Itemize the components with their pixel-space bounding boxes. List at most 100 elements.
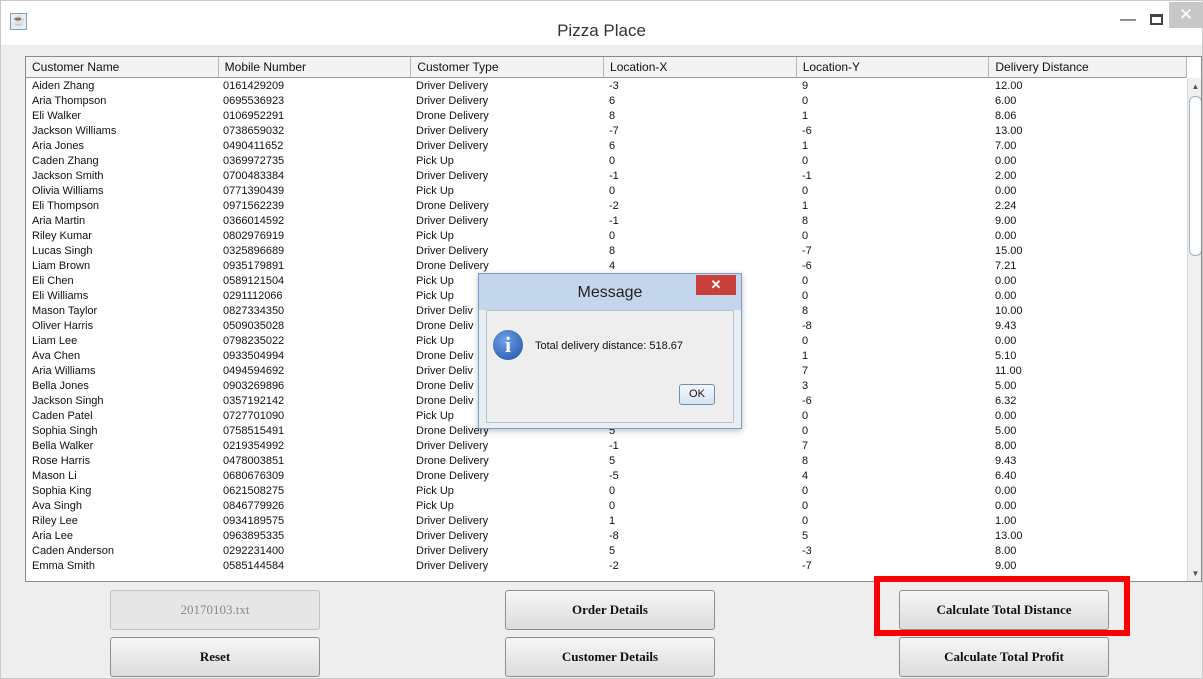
minimize-icon[interactable]: —: [1118, 9, 1138, 33]
table-cell: -6: [802, 260, 812, 272]
table-cell: 8: [609, 110, 616, 122]
ok-button[interactable]: OK: [679, 384, 715, 405]
table-row[interactable]: Aria Thompson 0695536923 Driver Delivery 6 0…: [26, 94, 1187, 109]
table-cell: Bella Jones: [32, 380, 89, 392]
table-cell: 4: [609, 260, 616, 272]
table-cell: Sophia King: [32, 485, 92, 497]
table-cell: 0798235022: [223, 335, 285, 347]
table-cell: Aiden Zhang: [32, 80, 95, 92]
table-cell: 0827334350: [223, 305, 285, 317]
order-details-button[interactable]: Order Details: [505, 590, 715, 630]
table-cell: 6.00: [995, 95, 1017, 107]
table-cell: 0738659032: [223, 125, 285, 137]
table-cell: Caden Zhang: [32, 155, 99, 167]
table-cell: 0.00: [995, 275, 1017, 287]
table-cell: 0: [609, 500, 616, 512]
table-cell: Drone Delivery: [416, 470, 489, 482]
table-row[interactable]: Liam Brown 0935179891 Drone Delivery 4 -6 7.2…: [26, 259, 1187, 274]
table-cell: 0: [609, 185, 616, 197]
table-cell: Drone Delivery: [416, 110, 489, 122]
table-row[interactable]: Caden Anderson 0292231400 Driver Delivery 5…: [26, 544, 1187, 559]
table-cell: -8: [609, 530, 619, 542]
table-cell: 0.00: [995, 230, 1017, 242]
table-row[interactable]: Sophia King 0621508275 Pick Up 0 0 0.00: [26, 484, 1187, 499]
close-icon[interactable]: ✕: [1169, 2, 1203, 28]
table-cell: Eli Walker: [32, 110, 82, 122]
table-cell: Ava Chen: [32, 350, 81, 362]
table-row[interactable]: Ava Singh 0846779926 Pick Up 0 0 0.00: [26, 499, 1187, 514]
table-row[interactable]: Rose Harris 0478003851 Drone Delivery 5 8 9.4…: [26, 454, 1187, 469]
maximize-icon[interactable]: [1146, 9, 1166, 33]
table-cell: 0478003851: [223, 455, 285, 467]
table-cell: 0802976919: [223, 230, 285, 242]
table-cell: 9.00: [995, 215, 1017, 227]
table-row[interactable]: Olivia Williams 0771390439 Pick Up 0 0 0.00: [26, 184, 1187, 199]
table-cell: Pick Up: [416, 500, 454, 512]
table-row[interactable]: Lucas Singh 0325896689 Driver Delivery 8 -7 1…: [26, 244, 1187, 259]
table-cell: 0291112066: [223, 290, 283, 302]
table-row[interactable]: Aria Jones 0490411652 Driver Delivery 6 1 7.0…: [26, 139, 1187, 154]
table-cell: 8.06: [995, 110, 1017, 122]
calculate-total-profit-button[interactable]: Calculate Total Profit: [899, 637, 1109, 677]
table-cell: 0.00: [995, 410, 1017, 422]
table-cell: Emma Smith: [32, 560, 95, 572]
table-cell: Driver Delivery: [416, 440, 489, 452]
scroll-up-arrow-icon[interactable]: ▲: [1189, 80, 1201, 94]
table-cell: Ava Singh: [32, 500, 82, 512]
table-cell: 0758515491: [223, 425, 285, 437]
table-row[interactable]: Mason Li 0680676309 Drone Delivery -5 4 6.40: [26, 469, 1187, 484]
table-row[interactable]: Bella Walker 0219354992 Driver Delivery -1 7…: [26, 439, 1187, 454]
table-cell: Pick Up: [416, 485, 454, 497]
table-row[interactable]: Riley Kumar 0802976919 Pick Up 0 0 0.00: [26, 229, 1187, 244]
column-header[interactable]: Location-Y: [797, 57, 990, 78]
table-cell: -3: [609, 80, 619, 92]
title-bar: ☕ Pizza Place — ✕: [1, 1, 1203, 45]
table-cell: 0.00: [995, 155, 1017, 167]
column-header[interactable]: Location-X: [604, 57, 797, 78]
table-row[interactable]: Eli Thompson 0971562239 Drone Delivery -2 1 2…: [26, 199, 1187, 214]
table-cell: 8: [609, 245, 616, 257]
table-cell: 6: [609, 140, 616, 152]
table-row[interactable]: Riley Lee 0934189575 Driver Delivery 1 0 1.00: [26, 514, 1187, 529]
table-cell: 0.00: [995, 335, 1017, 347]
table-cell: Caden Anderson: [32, 545, 114, 557]
column-header[interactable]: Mobile Number: [219, 57, 412, 78]
scroll-thumb[interactable]: [1189, 96, 1201, 256]
table-cell: 0903269896: [223, 380, 285, 392]
table-row[interactable]: Caden Zhang 0369972735 Pick Up 0 0 0.00: [26, 154, 1187, 169]
table-cell: 0509035028: [223, 320, 285, 332]
table-cell: Mason Taylor: [32, 305, 98, 317]
table-cell: 0219354992: [223, 440, 285, 452]
table-row[interactable]: Emma Smith 0585144584 Driver Delivery -2 -7 9…: [26, 559, 1187, 574]
column-header[interactable]: Customer Type: [411, 57, 605, 78]
table-cell: Eli Williams: [32, 290, 89, 302]
column-header[interactable]: Delivery Distance: [989, 57, 1188, 78]
table-cell: 0846779926: [223, 500, 285, 512]
table-row[interactable]: Eli Walker 0106952291 Drone Delivery 8 1 8.06: [26, 109, 1187, 124]
reset-button[interactable]: Reset: [110, 637, 320, 677]
table-cell: 0494594692: [223, 365, 285, 377]
table-row[interactable]: Aria Lee 0963895335 Driver Delivery -8 5 13.0…: [26, 529, 1187, 544]
table-row[interactable]: Aria Martin 0366014592 Driver Delivery -1 8 9…: [26, 214, 1187, 229]
table-cell: 0366014592: [223, 215, 285, 227]
table-row[interactable]: Jackson Williams 0738659032 Driver Deliver…: [26, 124, 1187, 139]
scroll-down-arrow-icon[interactable]: ▼: [1189, 567, 1201, 581]
table-cell: 8.00: [995, 545, 1017, 557]
table-cell: 12.00: [995, 80, 1023, 92]
table-row[interactable]: Jackson Smith 0700483384 Driver Delivery -1…: [26, 169, 1187, 184]
table-cell: 0369972735: [223, 155, 285, 167]
table-cell: 1: [802, 140, 809, 152]
table-cell: 0357192142: [223, 395, 285, 407]
table-cell: 0: [802, 410, 809, 422]
table-cell: Driver Delivery: [416, 140, 489, 152]
table-cell: 0: [609, 230, 616, 242]
table-cell: -1: [609, 440, 619, 452]
dialog-close-icon[interactable]: ✕: [696, 275, 736, 295]
vertical-scrollbar[interactable]: ▲ ▼: [1187, 78, 1201, 581]
table-cell: 0695536923: [223, 95, 285, 107]
column-header[interactable]: Customer Name: [26, 57, 219, 78]
table-row[interactable]: Aiden Zhang 0161429209 Driver Delivery -3 9 1…: [26, 79, 1187, 94]
customer-details-button[interactable]: Customer Details: [505, 637, 715, 677]
table-cell: 0727701090: [223, 410, 285, 422]
table-cell: 0292231400: [223, 545, 285, 557]
